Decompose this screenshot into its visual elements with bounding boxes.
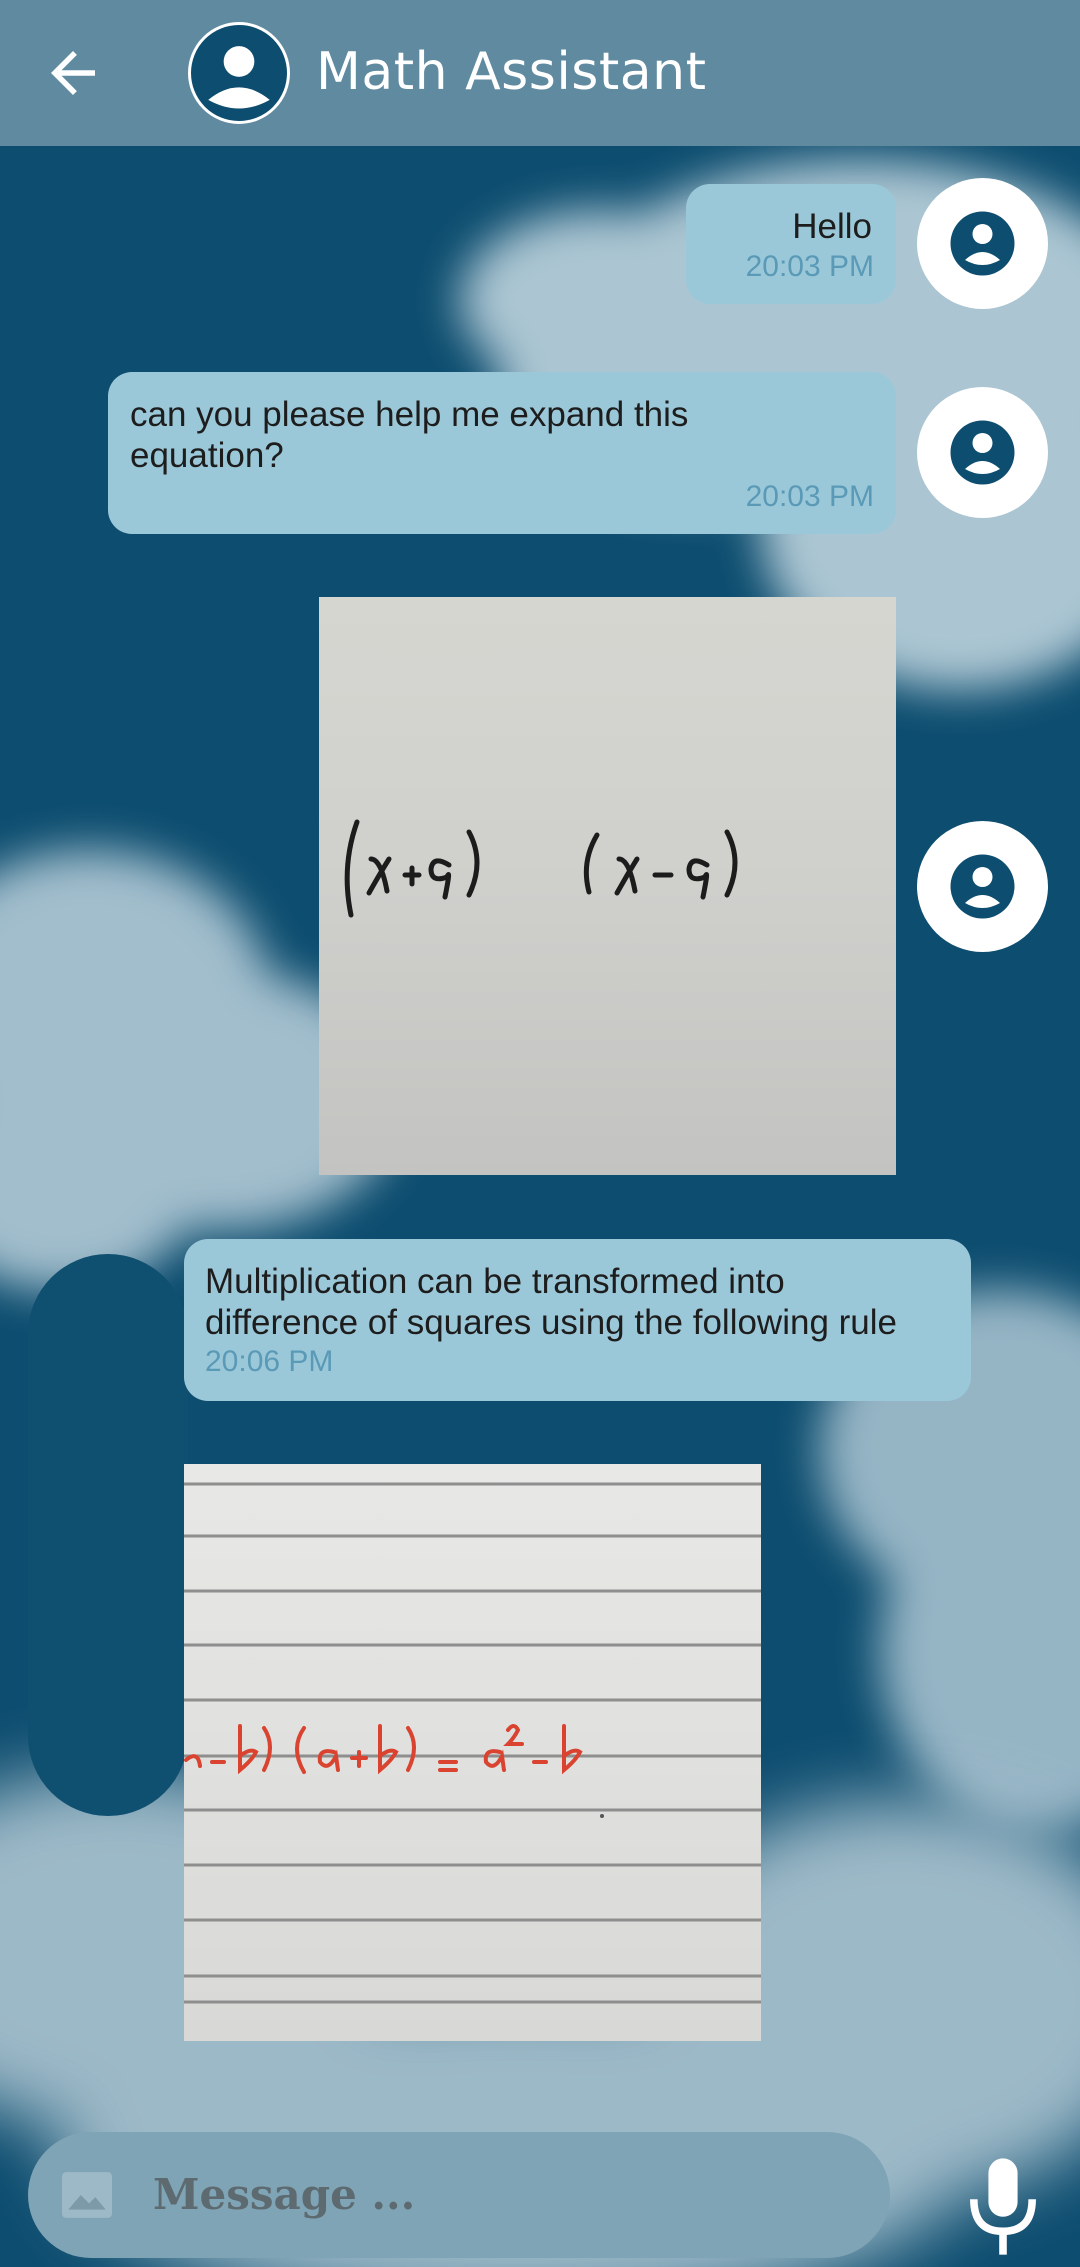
user-avatar bbox=[917, 387, 1048, 518]
assistant-avatar bbox=[28, 1254, 188, 1816]
app-header: Math Assistant bbox=[0, 0, 1080, 146]
account-circle-icon bbox=[950, 211, 1015, 276]
user-image-message[interactable] bbox=[319, 597, 896, 1175]
user-avatar bbox=[917, 178, 1048, 309]
assistant-image-message[interactable] bbox=[184, 1464, 761, 2041]
message-time: 20:03 PM bbox=[745, 480, 874, 513]
message-text-line: can you please help me expand this bbox=[130, 395, 689, 434]
microphone-icon[interactable] bbox=[968, 2158, 1038, 2258]
user-message-bubble[interactable]: can you please help me expand this equat… bbox=[108, 372, 896, 534]
user-message-bubble[interactable]: Hello 20:03 PM bbox=[686, 184, 896, 304]
account-circle-icon[interactable] bbox=[188, 22, 290, 124]
image-icon[interactable] bbox=[62, 2172, 112, 2218]
message-composer[interactable]: Message ... bbox=[28, 2132, 890, 2258]
user-avatar bbox=[917, 821, 1048, 952]
message-text-line: equation? bbox=[130, 436, 284, 475]
account-circle-icon bbox=[950, 854, 1015, 919]
message-input[interactable]: Message ... bbox=[153, 2170, 415, 2219]
account-circle-icon bbox=[950, 420, 1015, 485]
message-text-line: difference of squares using the followin… bbox=[205, 1303, 898, 1342]
message-text-line: Multiplication can be transformed into bbox=[205, 1262, 785, 1301]
page-title: Math Assistant bbox=[316, 42, 707, 102]
arrow-left-icon[interactable] bbox=[40, 40, 106, 106]
message-time: 20:06 PM bbox=[205, 1345, 334, 1378]
message-text: Hello bbox=[792, 207, 872, 246]
message-time: 20:03 PM bbox=[745, 250, 874, 283]
assistant-message-bubble[interactable]: Multiplication can be transformed into d… bbox=[184, 1239, 971, 1401]
